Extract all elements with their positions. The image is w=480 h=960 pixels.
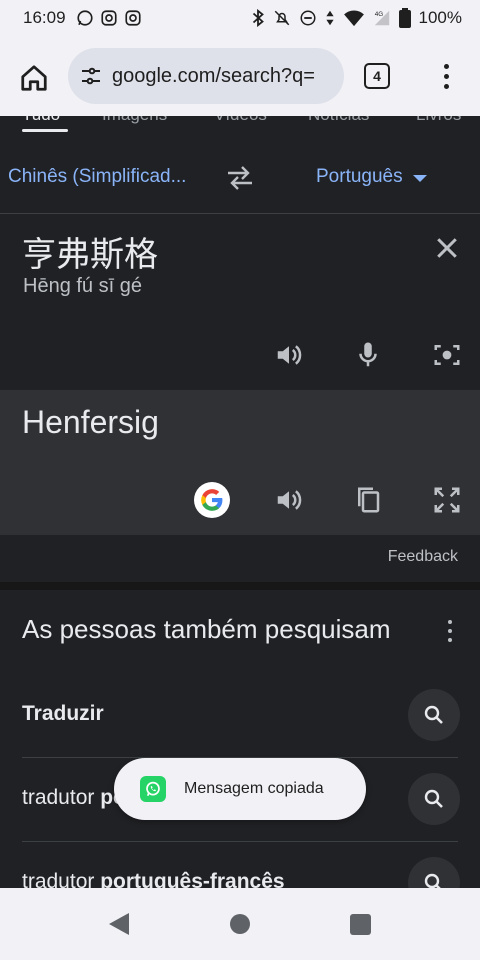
svg-text:4G: 4G — [374, 11, 383, 18]
google-logo-icon — [194, 482, 230, 518]
menu-dot — [448, 638, 452, 642]
menu-dot — [448, 629, 452, 633]
tab-news[interactable]: Notícias — [308, 116, 369, 125]
url-text[interactable]: google.com/search?q= — [112, 65, 315, 88]
tab-books[interactable]: Livros — [416, 116, 461, 125]
back-icon[interactable] — [109, 913, 129, 935]
people-also-search-section: As pessoas também pesquisam Traduzir tra… — [0, 590, 480, 890]
copy-icon — [358, 487, 380, 513]
clear-source-button[interactable] — [432, 233, 462, 263]
speaker-icon — [277, 345, 302, 365]
menu-dot — [443, 63, 449, 69]
menu-dot — [448, 620, 452, 624]
camera-translate-button[interactable] — [429, 337, 465, 373]
translation-panel: Henfersig — [0, 390, 480, 535]
related-search-button[interactable] — [408, 773, 460, 825]
search-icon — [424, 789, 443, 808]
listen-translation-button[interactable] — [271, 482, 307, 518]
fullscreen-button[interactable] — [429, 482, 465, 518]
related-search-button[interactable] — [408, 689, 460, 741]
source-text[interactable]: 亨弗斯格 — [22, 227, 158, 276]
system-icons: 4G 100% — [251, 8, 462, 28]
source-actions — [0, 337, 480, 377]
active-tab-indicator — [22, 129, 68, 132]
overflow-menu-button[interactable] — [436, 58, 456, 94]
instagram-notification-icon-2 — [124, 10, 141, 26]
voice-input-button[interactable] — [350, 337, 386, 373]
status-bar: 16:09 4G 100% — [0, 0, 480, 36]
whatsapp-notification-icon — [76, 10, 93, 26]
target-language-label: Português — [316, 166, 403, 187]
swap-languages-button[interactable] — [224, 164, 256, 192]
bluetooth-icon — [252, 9, 264, 27]
source-language-select[interactable]: Chinês (Simplificad... — [8, 166, 186, 188]
toast-message: Mensagem copiada — [184, 780, 324, 797]
browser-toolbar: google.com/search?q= 4 — [0, 36, 480, 116]
home-button[interactable] — [16, 60, 52, 96]
do-not-disturb-icon — [300, 10, 316, 26]
instagram-notification-icon — [100, 10, 117, 26]
more-options-button[interactable] — [446, 620, 454, 642]
whatsapp-icon — [140, 776, 166, 802]
swap-icon — [228, 166, 252, 190]
speaker-icon — [277, 490, 302, 510]
data-transfer-icon — [325, 10, 334, 26]
recent-apps-icon[interactable] — [350, 914, 371, 935]
search-icon — [424, 705, 443, 724]
section-title: As pessoas também pesquisam — [22, 614, 391, 644]
tab-images[interactable]: Imagens — [102, 116, 167, 125]
tab-videos[interactable]: Vídeos — [214, 116, 267, 125]
notification-icons — [76, 9, 142, 27]
home-icon — [21, 65, 47, 91]
site-settings-button[interactable] — [78, 63, 104, 89]
battery-icon — [398, 8, 411, 28]
language-selector: Chinês (Simplificad... Português — [0, 136, 480, 214]
toast-notification: Mensagem copiada — [114, 758, 366, 820]
translation-actions — [0, 482, 480, 522]
translated-text[interactable]: Henfersig — [22, 404, 159, 441]
listen-source-button[interactable] — [271, 337, 307, 373]
status-time: 16:09 — [23, 8, 66, 27]
mute-icon — [274, 10, 289, 26]
menu-dot — [443, 83, 449, 89]
address-bar[interactable]: google.com/search?q= — [68, 48, 344, 104]
system-navigation-bar — [0, 888, 480, 960]
home-nav-icon[interactable] — [230, 914, 250, 934]
dropdown-caret-icon — [412, 175, 427, 182]
feedback-row: Feedback — [0, 535, 480, 582]
feedback-link[interactable]: Feedback — [388, 548, 458, 566]
related-search-item[interactable]: tradutor português-francês — [0, 842, 480, 890]
source-romanization: Hēng fú sī gé — [23, 275, 142, 297]
tab-all[interactable]: Tudo — [22, 116, 60, 125]
cellular-signal-icon: 4G — [374, 10, 389, 26]
copy-translation-button[interactable] — [350, 482, 386, 518]
wifi-icon — [343, 10, 364, 27]
tune-icon — [82, 67, 100, 85]
section-divider — [0, 582, 480, 590]
related-search-item[interactable]: Traduzir — [0, 674, 480, 758]
tab-switcher-button[interactable]: 4 — [364, 63, 390, 89]
target-language-select[interactable]: Português — [316, 166, 427, 188]
related-search-label: Traduzir — [22, 702, 104, 725]
related-search-button[interactable] — [408, 857, 460, 890]
camera-icon — [434, 345, 460, 365]
google-translate-button[interactable] — [194, 482, 230, 518]
related-search-label: tradutor português-francês — [22, 870, 285, 890]
fullscreen-icon — [434, 487, 460, 513]
menu-dot — [443, 73, 449, 79]
search-filter-tabs: Tudo Imagens Vídeos Notícias Livros — [0, 116, 480, 136]
microphone-icon — [359, 342, 377, 367]
close-icon — [437, 238, 457, 258]
source-text-panel: 亨弗斯格 Hēng fú sī gé — [0, 215, 480, 390]
battery-percent: 100% — [418, 8, 462, 27]
